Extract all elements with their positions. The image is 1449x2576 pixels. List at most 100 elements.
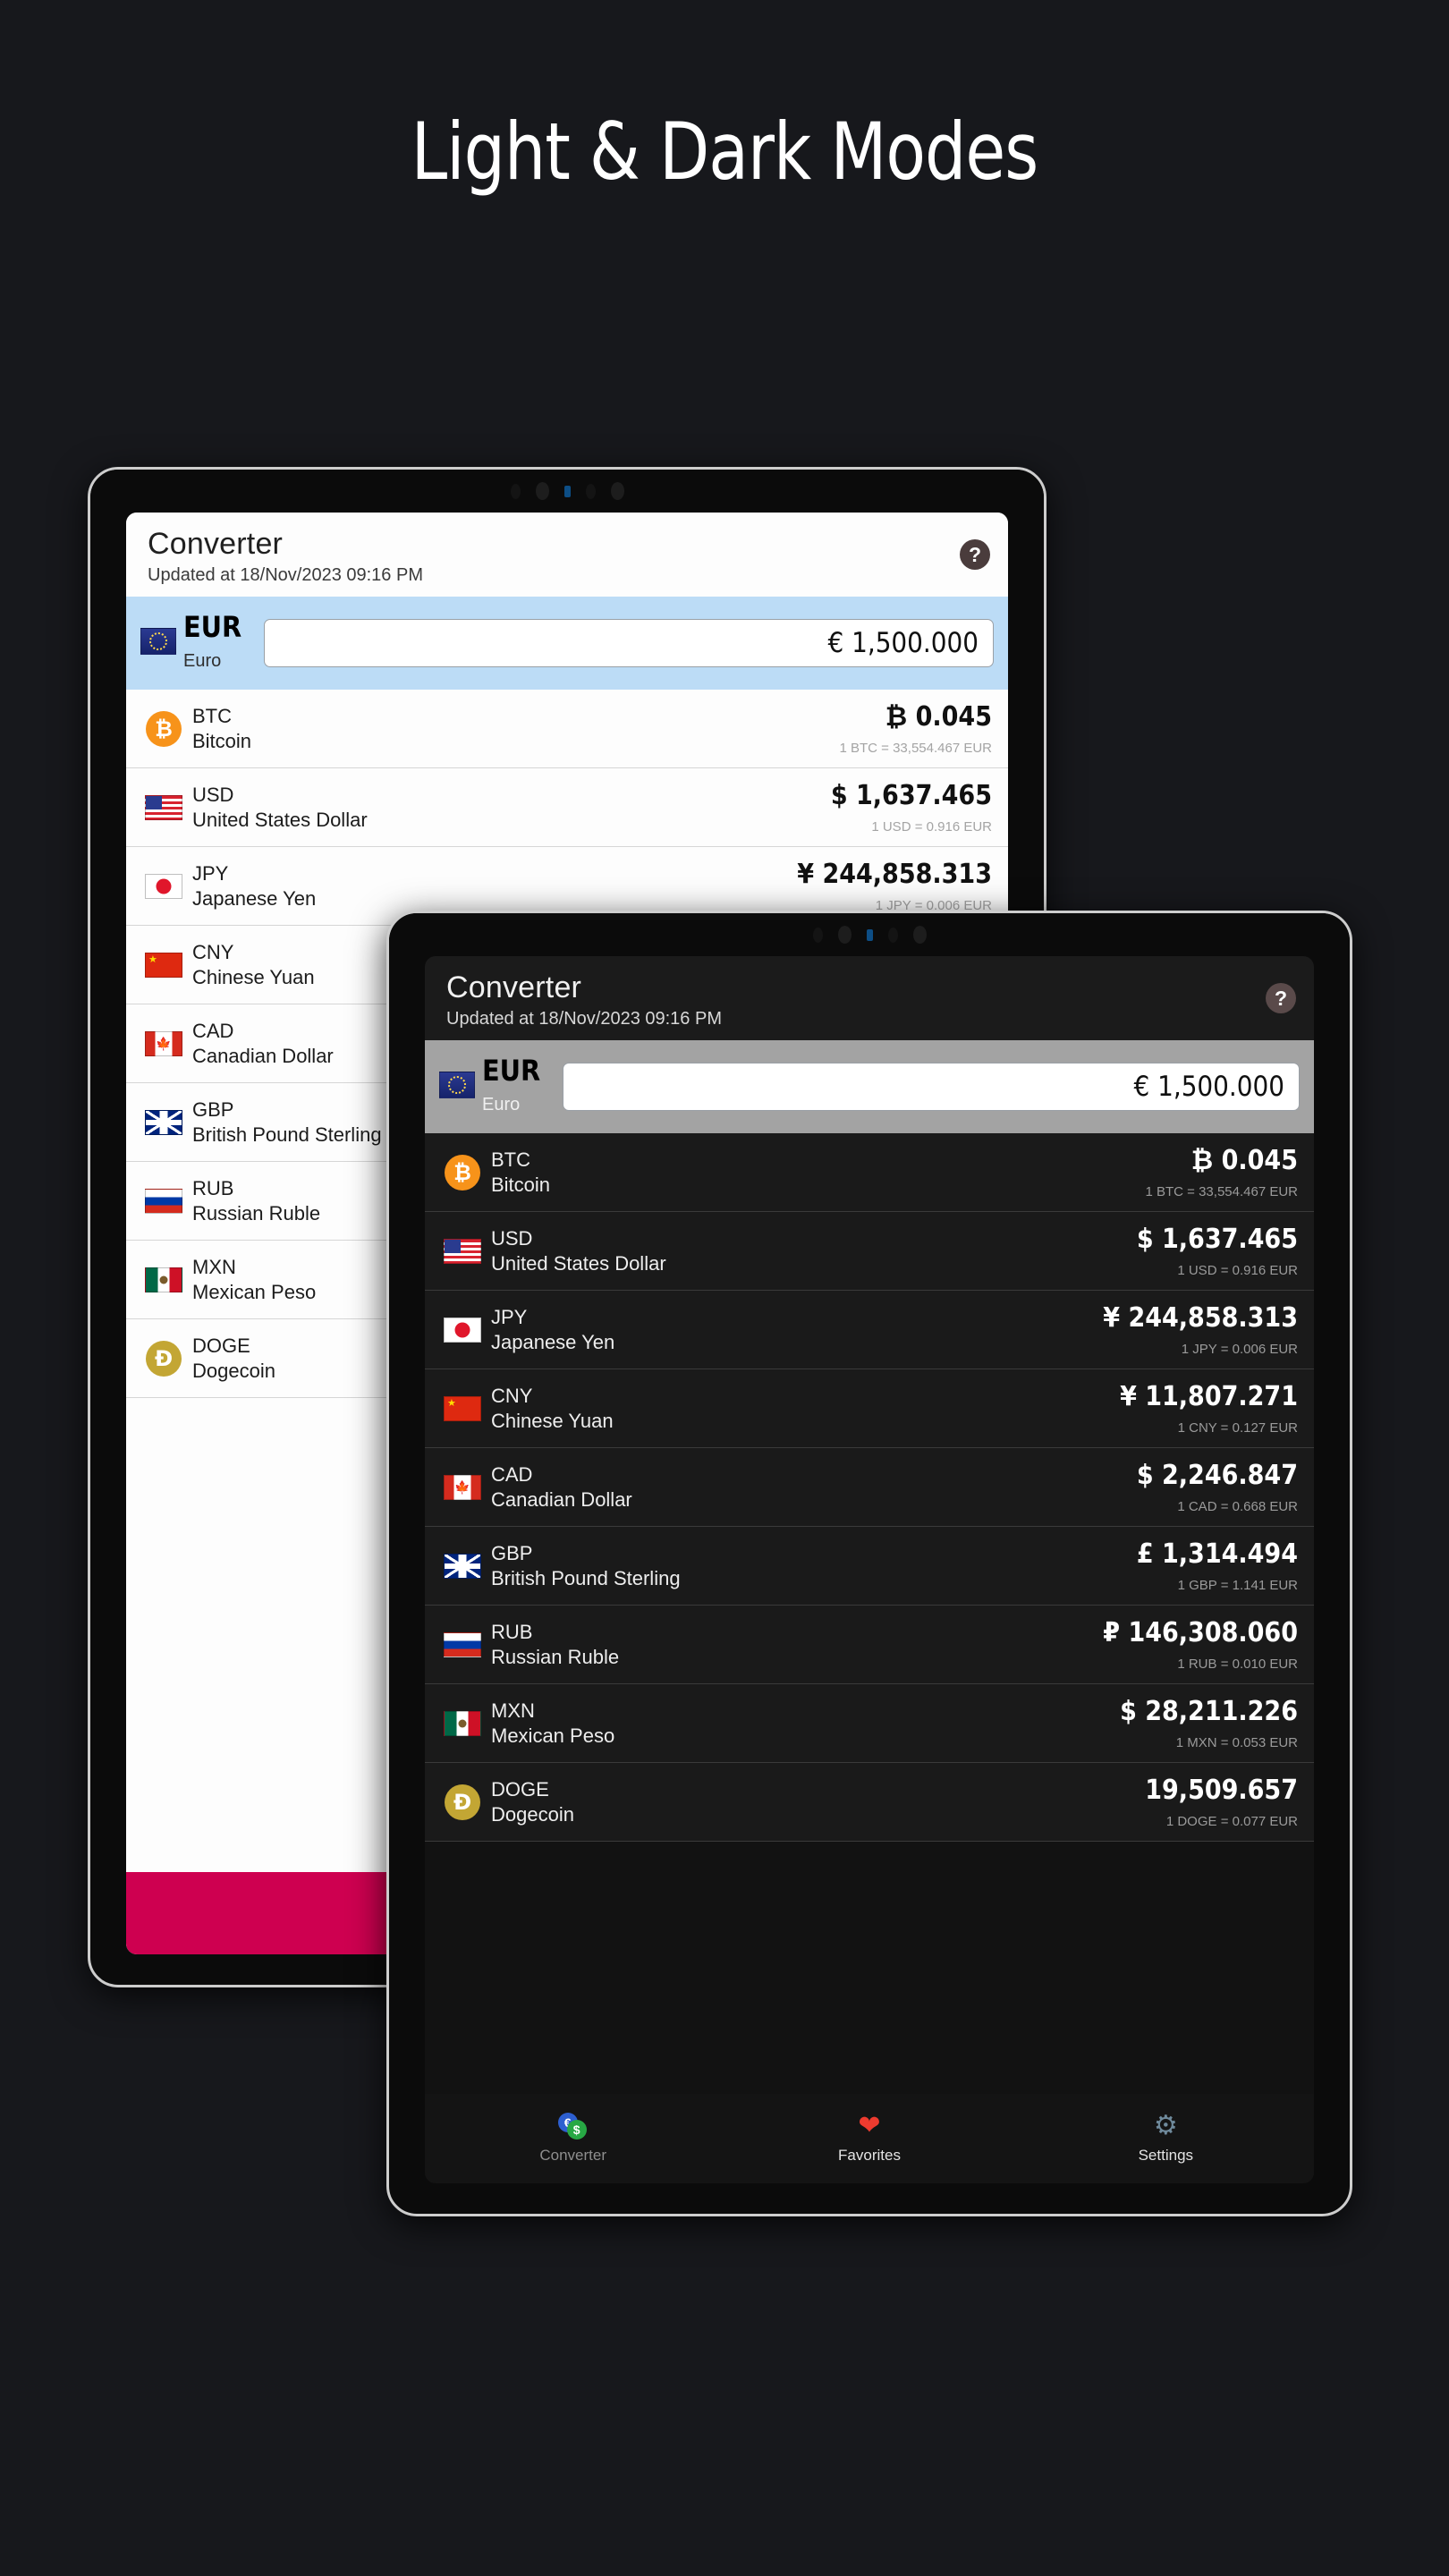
eu-flag-icon xyxy=(439,1072,475,1098)
help-icon[interactable]: ? xyxy=(1266,983,1296,1013)
currency-name: Canadian Dollar xyxy=(192,1044,334,1067)
currency-row[interactable]: ₿ BTC Bitcoin ₿ 0.045 1 BTC = 33,554.467 EUR xyxy=(425,1133,1314,1212)
currency-flag xyxy=(140,1188,187,1214)
bottom-nav-dark[interactable]: € $ Converter ❤ Favorites ⚙ Settings xyxy=(425,2094,1314,2183)
currency-flag xyxy=(140,1030,187,1056)
currency-row[interactable]: CNYChinese Yuan ¥ 11,807.271 1 CNY = 0.127… xyxy=(425,1369,1314,1448)
currency-row[interactable]: USD United States Dollar $ 1,637.465 1 USD … xyxy=(425,1212,1314,1291)
currency-identity: RUB Russian Ruble xyxy=(439,1620,1103,1669)
help-icon[interactable]: ? xyxy=(960,539,990,570)
currency-row[interactable]: MXNMexican Peso $ 28,211.226 1 MXN = 0.053… xyxy=(425,1684,1314,1763)
eu-stars-icon xyxy=(141,629,175,654)
currency-code: CAD xyxy=(491,1463,533,1486)
app-title: Converter xyxy=(148,527,284,561)
currency-flag: ₿ xyxy=(439,1154,486,1191)
currency-row[interactable]: ₿ BTC Bitcoin ₿ 0.045 1 BTC = 33,554.467 EUR xyxy=(126,690,1008,768)
currency-code: CAD xyxy=(192,1020,234,1042)
currency-name: Mexican Peso xyxy=(491,1724,615,1747)
converted-amount: ₿ 0.045 xyxy=(1191,1145,1298,1176)
currency-name: Japanese Yen xyxy=(491,1330,615,1353)
currency-row[interactable]: CADCanadian Dollar $ 2,246.847 1 CAD = 0.6… xyxy=(425,1448,1314,1527)
currency-flag: ₿ xyxy=(140,710,187,747)
amount-input[interactable]: € 1,500.000 xyxy=(264,619,994,667)
camera-lens-icon xyxy=(535,482,549,500)
sensor-dot-icon xyxy=(510,483,521,499)
currency-code: DOGE xyxy=(192,1335,250,1357)
currency-row[interactable]: RUBRussian Ruble ₽ 146,308.060 1 RUB = 0.0… xyxy=(425,1606,1314,1684)
currency-labels: BTC Bitcoin xyxy=(491,1148,550,1197)
status-led-icon xyxy=(866,928,873,941)
currency-flag xyxy=(439,1631,486,1657)
currency-labels: GBP British Pound Sterling xyxy=(491,1541,681,1590)
currency-flag xyxy=(140,1109,187,1135)
currency-code: RUB xyxy=(491,1621,533,1643)
currency-labels: RUB Russian Ruble xyxy=(491,1620,619,1669)
currency-identity: USD United States Dollar xyxy=(439,1226,1137,1275)
ca-flag-icon xyxy=(444,1474,481,1500)
converted-amount: $ 1,637.465 xyxy=(830,780,992,811)
exchange-rate: 1 GBP = 1.141 EUR xyxy=(1177,1578,1298,1593)
currency-code: GBP xyxy=(491,1542,533,1564)
nav-item-favorites[interactable]: ❤ Favorites xyxy=(721,2094,1017,2183)
currency-flag xyxy=(439,1395,486,1421)
ca-flag-icon xyxy=(145,1030,182,1056)
currency-values: £ 1,314.494 1 GBP = 1.141 EUR xyxy=(1137,1538,1298,1593)
camera-lens-icon xyxy=(610,482,624,500)
currency-values: $ 1,637.465 1 USD = 0.916 EUR xyxy=(831,780,992,835)
nav-label-converter: Converter xyxy=(539,2147,606,2164)
exchange-rate: 1 USD = 0.916 EUR xyxy=(1177,1263,1298,1278)
sensor-dot-icon xyxy=(585,483,596,499)
currency-row[interactable]: Ð DOGEDogecoin 19,509.657 1 DOGE = 0.077 EU… xyxy=(425,1763,1314,1842)
currency-labels: DOGE Dogecoin xyxy=(192,1334,275,1383)
currency-labels: CNY Chinese Yuan xyxy=(491,1384,614,1433)
currency-identity: GBP British Pound Sterling xyxy=(439,1541,1137,1590)
currency-code: BTC xyxy=(192,705,232,727)
exchange-rate: 1 BTC = 33,554.467 EUR xyxy=(839,741,992,756)
currency-name: Canadian Dollar xyxy=(491,1487,632,1511)
app-header-light: Converter Updated at 18/Nov/2023 09:16 P… xyxy=(126,513,1008,597)
device-bezel-top-light xyxy=(90,470,1044,513)
heart-icon: ❤ xyxy=(858,2111,881,2140)
nav-item-converter[interactable]: €$ Converter xyxy=(425,2094,721,2183)
currency-code: MXN xyxy=(491,1699,535,1722)
currency-labels: CNY Chinese Yuan xyxy=(192,940,315,989)
currency-values: ₿ 0.045 1 BTC = 33,554.467 EUR xyxy=(1145,1145,1298,1199)
currency-flag xyxy=(439,1710,486,1736)
currency-flag: Ð xyxy=(439,1784,486,1820)
currency-identity: ₿ BTC Bitcoin xyxy=(140,704,839,753)
doge-coin-icon: Ð xyxy=(146,1340,182,1377)
currency-row[interactable]: JPY Japanese Yen ¥ 244,858.313 1 JPY = 0.00… xyxy=(425,1291,1314,1369)
converted-amount: $ 28,211.226 xyxy=(1120,1696,1298,1727)
currency-name: Chinese Yuan xyxy=(491,1409,614,1432)
currency-row[interactable]: USD United States Dollar $ 1,637.465 1 USD … xyxy=(126,768,1008,847)
currency-list-dark[interactable]: ₿ BTC Bitcoin ₿ 0.045 1 BTC = 33,554.467 EUR… xyxy=(425,1133,1314,2094)
currency-flag xyxy=(439,1238,486,1264)
currency-identity: CNYChinese Yuan xyxy=(439,1384,1120,1433)
amount-input[interactable]: € 1,500.000 xyxy=(563,1063,1300,1111)
currency-name: Bitcoin xyxy=(192,729,252,752)
currency-identity: USD United States Dollar xyxy=(140,783,831,832)
currency-identity: JPY Japanese Yen xyxy=(140,861,797,911)
exchange-rate: 1 CAD = 0.668 EUR xyxy=(1177,1499,1298,1514)
currency-labels: CAD Canadian Dollar xyxy=(192,1019,334,1068)
currency-name: British Pound Sterling xyxy=(491,1566,681,1589)
currency-code: JPY xyxy=(192,862,229,885)
currency-values: ¥ 11,807.271 1 CNY = 0.127 EUR xyxy=(1120,1381,1298,1436)
base-currency-info: EUR Euro xyxy=(140,606,264,680)
sensor-dot-icon xyxy=(887,927,898,943)
converted-amount: ¥ 244,858.313 xyxy=(797,859,992,890)
exchange-rate: 1 JPY = 0.006 EUR xyxy=(1181,1342,1298,1357)
cn-flag-icon xyxy=(444,1395,481,1421)
app-header-dark: Converter Updated at 18/Nov/2023 09:16 P… xyxy=(425,956,1314,1040)
exchange-rate: 1 USD = 0.916 EUR xyxy=(871,819,992,835)
nav-item-settings[interactable]: ⚙ Settings xyxy=(1018,2094,1314,2183)
currency-code: GBP xyxy=(192,1098,234,1121)
currency-row[interactable]: GBPBritish Pound Sterling £ 1,314.494 1 GB… xyxy=(425,1527,1314,1606)
nav-label-settings: Settings xyxy=(1138,2147,1194,2164)
base-currency-row-light[interactable]: EUR Euro € 1,500.000 xyxy=(126,597,1008,690)
btc-coin-icon: ₿ xyxy=(445,1154,480,1191)
currency-labels: BTC Bitcoin xyxy=(192,704,251,753)
currency-name: Japanese Yen xyxy=(192,886,317,910)
last-updated-label: Updated at 18/Nov/2023 09:16 PM xyxy=(446,1009,722,1029)
base-currency-row-dark[interactable]: EUR Euro € 1,500.000 xyxy=(425,1040,1314,1133)
